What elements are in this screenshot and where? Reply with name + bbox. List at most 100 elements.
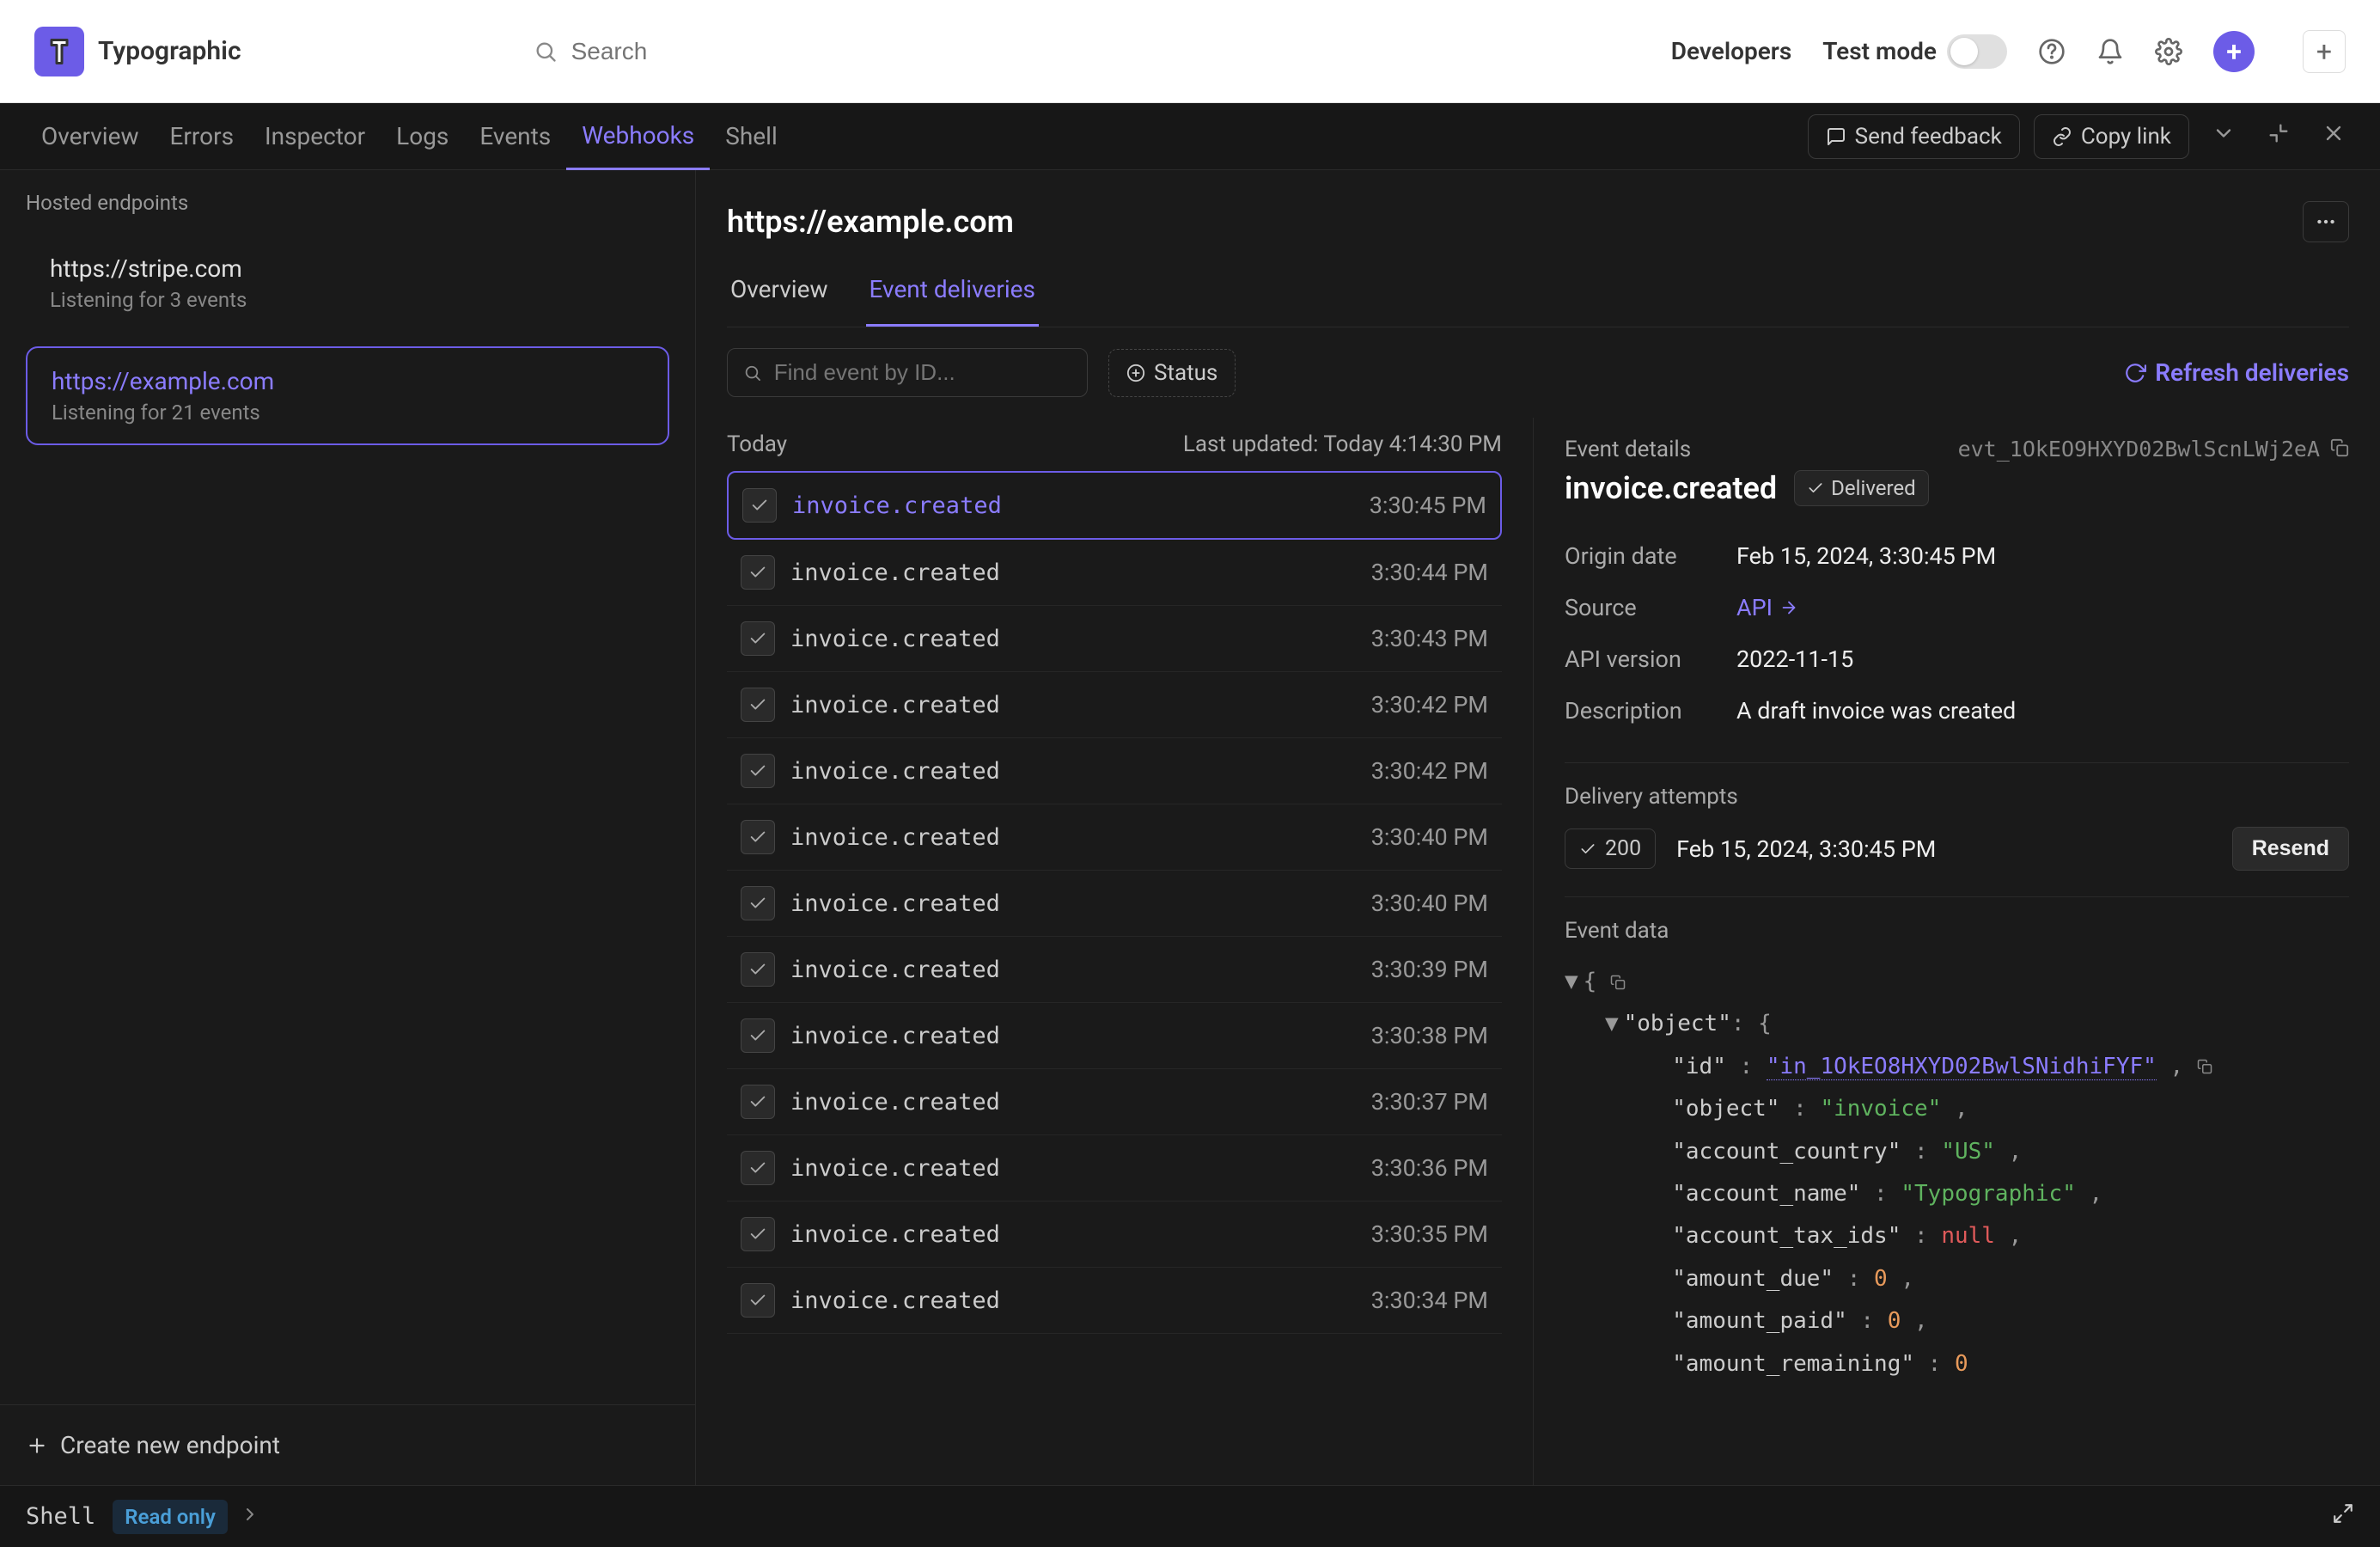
tab-errors[interactable]: Errors [155, 103, 250, 170]
tab-shell[interactable]: Shell [710, 103, 793, 170]
expand-icon[interactable] [2332, 1502, 2354, 1531]
event-search-input[interactable] [774, 359, 1071, 386]
event-checkbox[interactable] [741, 952, 775, 987]
resend-button[interactable]: Resend [2232, 827, 2349, 871]
tab-overview[interactable]: Overview [26, 103, 155, 170]
event-name: invoice.created [790, 957, 1000, 983]
event-row[interactable]: invoice.created 3:30:36 PM [727, 1135, 1502, 1202]
event-checkbox[interactable] [741, 1283, 775, 1318]
collapse-icon[interactable] [2258, 121, 2299, 151]
tab-webhooks[interactable]: Webhooks [566, 103, 710, 170]
plus-icon [26, 1434, 48, 1457]
subtab-overview[interactable]: Overview [727, 263, 832, 327]
endpoint-url: https://example.com [52, 367, 644, 395]
origin-date-val: Feb 15, 2024, 3:30:45 PM [1736, 542, 1996, 570]
event-row[interactable]: invoice.created 3:30:42 PM [727, 672, 1502, 738]
send-feedback-button[interactable]: Send feedback [1808, 114, 2020, 159]
app-logo [34, 27, 84, 76]
event-name: invoice.created [790, 692, 1000, 718]
create-endpoint-button[interactable]: Create new endpoint [0, 1404, 695, 1485]
source-key: Source [1565, 594, 1736, 621]
event-row[interactable]: invoice.created 3:30:40 PM [727, 804, 1502, 871]
event-title: invoice.created [1565, 470, 1777, 506]
event-time: 3:30:37 PM [1371, 1088, 1488, 1116]
global-search[interactable] [534, 38, 1671, 65]
event-checkbox[interactable] [741, 1018, 775, 1053]
subtab-event-deliveries[interactable]: Event deliveries [866, 263, 1039, 327]
tab-logs[interactable]: Logs [381, 103, 464, 170]
event-checkbox[interactable] [741, 1217, 775, 1251]
close-icon[interactable] [2313, 121, 2354, 151]
refresh-button[interactable]: Refresh deliveries [2124, 358, 2349, 387]
status-badge: 200 [1565, 829, 1656, 869]
copy-icon[interactable] [1610, 975, 1626, 990]
event-search[interactable] [727, 348, 1088, 397]
status-filter[interactable]: Status [1108, 349, 1236, 397]
source-link[interactable]: API [1736, 594, 1798, 621]
event-data-json: ▼{ ▼"object": { "id" : "in_1OkEO8HXYD02B… [1565, 961, 2349, 1385]
page-title: https://example.com [727, 204, 1014, 240]
event-row[interactable]: invoice.created 3:30:44 PM [727, 540, 1502, 606]
event-checkbox[interactable] [742, 488, 777, 523]
event-name: invoice.created [790, 626, 1000, 652]
endpoint-sub: Listening for 3 events [50, 288, 645, 312]
tab-events[interactable]: Events [464, 103, 566, 170]
test-mode-toggle[interactable] [1947, 34, 2007, 69]
event-checkbox[interactable] [741, 1085, 775, 1119]
event-row[interactable]: invoice.created 3:30:37 PM [727, 1069, 1502, 1135]
refresh-label: Refresh deliveries [2155, 358, 2349, 387]
sidebar-header: Hosted endpoints [0, 170, 695, 235]
event-checkbox[interactable] [741, 688, 775, 722]
event-checkbox[interactable] [741, 820, 775, 854]
delivered-badge: Delivered [1794, 470, 1929, 506]
event-row[interactable]: invoice.created 3:30:34 PM [727, 1268, 1502, 1334]
attempts-label: Delivery attempts [1565, 784, 2349, 810]
event-checkbox[interactable] [741, 886, 775, 920]
chevron-down-icon[interactable] [2203, 121, 2244, 151]
event-name: invoice.created [790, 1023, 1000, 1049]
create-button[interactable]: + [2213, 31, 2255, 72]
event-name: invoice.created [792, 492, 1002, 519]
event-name: invoice.created [790, 1221, 1000, 1248]
events-updated-label: Last updated: Today 4:14:30 PM [1183, 431, 1502, 457]
event-time: 3:30:40 PM [1371, 890, 1488, 917]
event-time: 3:30:44 PM [1371, 559, 1488, 586]
event-checkbox[interactable] [741, 1151, 775, 1185]
check-icon [1579, 841, 1596, 858]
search-input[interactable] [571, 38, 829, 65]
event-name: invoice.created [790, 1089, 1000, 1116]
developers-link[interactable]: Developers [1671, 37, 1791, 65]
copy-link-button[interactable]: Copy link [2034, 114, 2189, 159]
event-data-label: Event data [1565, 918, 2349, 944]
event-time: 3:30:34 PM [1371, 1287, 1488, 1314]
endpoint-item[interactable]: https://stripe.com Listening for 3 event… [26, 235, 669, 331]
endpoint-item[interactable]: https://example.com Listening for 21 eve… [26, 346, 669, 445]
event-row[interactable]: invoice.created 3:30:42 PM [727, 738, 1502, 804]
event-row[interactable]: invoice.created 3:30:38 PM [727, 1003, 1502, 1069]
events-today-label: Today [727, 431, 787, 457]
description-val: A draft invoice was created [1736, 697, 2016, 725]
event-checkbox[interactable] [741, 621, 775, 656]
event-row[interactable]: invoice.created 3:30:45 PM [727, 471, 1502, 540]
chevron-right-icon[interactable] [240, 1502, 260, 1531]
event-time: 3:30:38 PM [1371, 1022, 1488, 1049]
event-time: 3:30:36 PM [1371, 1154, 1488, 1182]
copy-icon[interactable] [2197, 1059, 2212, 1074]
event-row[interactable]: invoice.created 3:30:35 PM [727, 1202, 1502, 1268]
event-checkbox[interactable] [741, 754, 775, 788]
bell-icon[interactable] [2096, 38, 2124, 65]
event-row[interactable]: invoice.created 3:30:39 PM [727, 937, 1502, 1003]
tab-inspector[interactable]: Inspector [249, 103, 381, 170]
help-icon[interactable] [2038, 38, 2066, 65]
attempt-time: Feb 15, 2024, 3:30:45 PM [1676, 835, 1936, 863]
description-key: Description [1565, 697, 1736, 725]
event-details-label: Event details [1565, 437, 1691, 462]
event-row[interactable]: invoice.created 3:30:40 PM [727, 871, 1502, 937]
gear-icon[interactable] [2155, 38, 2182, 65]
add-panel-button[interactable]: + [2303, 30, 2346, 73]
event-name: invoice.created [790, 824, 1000, 851]
more-icon[interactable] [2303, 201, 2349, 242]
copy-icon[interactable] [2330, 435, 2349, 463]
event-checkbox[interactable] [741, 555, 775, 590]
event-row[interactable]: invoice.created 3:30:43 PM [727, 606, 1502, 672]
